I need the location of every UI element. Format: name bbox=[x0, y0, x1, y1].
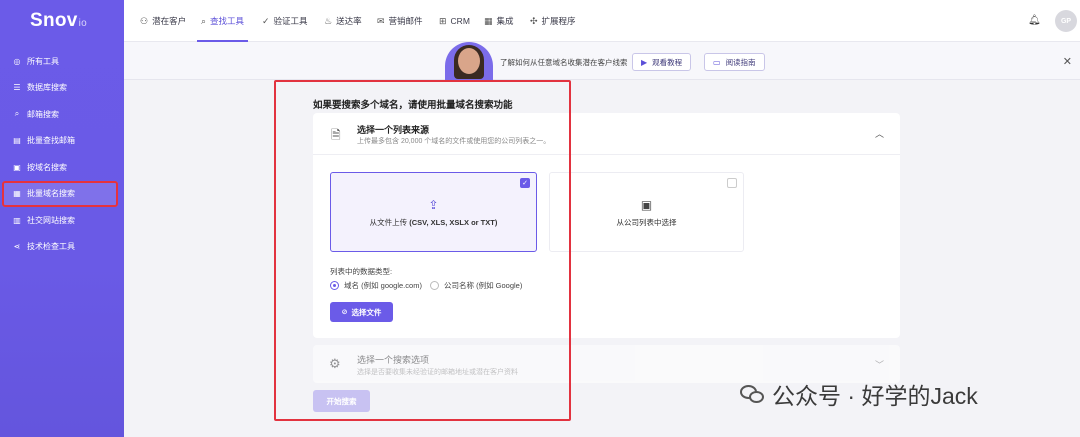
sidebar-item-all-tools[interactable]: ◎ 所有工具 bbox=[0, 48, 124, 75]
sidebar-item-social-search[interactable]: ▥ 社交网站搜索 bbox=[0, 207, 124, 234]
choose-file-button[interactable]: ⊘ 选择文件 bbox=[330, 302, 393, 322]
nav-label: 查找工具 bbox=[210, 16, 245, 26]
presenter-avatar bbox=[445, 42, 493, 80]
search-option-subtitle: 选择是否要收集未经验证的邮箱地址或潜在客户资料 bbox=[357, 369, 518, 376]
check-circle-icon: ✓ bbox=[262, 15, 270, 26]
nav-crm[interactable]: ⊞ CRM bbox=[439, 0, 470, 42]
nav-deliverability[interactable]: ♨ 送达率 bbox=[324, 0, 362, 42]
sidebar-item-label: 按域名搜索 bbox=[27, 162, 67, 172]
puzzle-icon: ✣ bbox=[530, 15, 538, 26]
sidebar: Snovio ◎ 所有工具 ☰ 数据库搜索 ⌕ 邮箱搜索 ▤ 批量查找邮箱 ▣ 按域名搜索… bbox=[0, 0, 124, 437]
watermark: 公众号 · 好学的Jack bbox=[740, 377, 978, 411]
tech-icon: ⋖ bbox=[13, 242, 21, 252]
book-icon: ▭ bbox=[713, 57, 721, 67]
upload-icon: ⇪ bbox=[428, 198, 439, 212]
nav-extensions[interactable]: ✣ 扩展程序 bbox=[530, 0, 576, 42]
chevron-down-icon[interactable]: ﹀ bbox=[875, 358, 884, 371]
banner-text: 了解如何从任意域名收集潜在客户线索 bbox=[500, 58, 628, 67]
sidebar-item-bulk-email[interactable]: ▤ 批量查找邮箱 bbox=[0, 128, 124, 155]
nav-verify-tools[interactable]: ✓ 验证工具 bbox=[262, 0, 308, 42]
social-icon: ▥ bbox=[13, 215, 21, 225]
list-source-panel: 🗎︎ 选择一个列表来源 上传最多包含 20,000 个域名的文件或使用您的公司列… bbox=[313, 113, 900, 338]
nav-label: 验证工具 bbox=[273, 16, 308, 26]
grid-icon: ▦ bbox=[484, 15, 493, 26]
sidebar-item-label: 技术检查工具 bbox=[27, 242, 75, 252]
list-source-subtitle: 上传最多包含 20,000 个域名的文件或使用您的公司列表之一。 bbox=[357, 138, 551, 145]
sidebar-item-bulk-domain-search[interactable]: ▦ 批量域名搜索 bbox=[2, 180, 118, 207]
upload-card-checkbox[interactable]: ✓ bbox=[520, 178, 530, 188]
domain-search-icon: ▣ bbox=[13, 162, 21, 172]
nav-label: 集成 bbox=[496, 16, 514, 26]
nav-prospects[interactable]: ⚇ 潜在客户 bbox=[140, 0, 186, 42]
read-guide-button[interactable]: ▭ 阅读指南 bbox=[704, 53, 765, 71]
sidebar-item-email-search[interactable]: ⌕ 邮箱搜索 bbox=[0, 101, 124, 128]
email-search-icon: ⌕ bbox=[14, 109, 20, 119]
choose-file-label: 选择文件 bbox=[351, 307, 382, 317]
sidebar-item-label: 批量查找邮箱 bbox=[27, 136, 75, 146]
sidebar-item-label: 批量域名搜索 bbox=[27, 189, 75, 199]
company-card-checkbox[interactable] bbox=[727, 178, 737, 188]
sidebar-list: ◎ 所有工具 ☰ 数据库搜索 ⌕ 邮箱搜索 ▤ 批量查找邮箱 ▣ 按域名搜索 ▦ 批量域名搜… bbox=[0, 48, 124, 260]
sidebar-item-tech-checker[interactable]: ⋖ 技术检查工具 bbox=[0, 234, 124, 261]
upload-card-label: 从文件上传 (CSV, XLS, XSLX or TXT) bbox=[369, 218, 498, 227]
document-icon: 🗎︎ bbox=[331, 128, 341, 142]
radio-company-label: 公司名称 (例如 Google) bbox=[444, 281, 523, 290]
brand-logo[interactable]: Snovio bbox=[30, 10, 87, 32]
list-icon: ▣ bbox=[640, 198, 653, 212]
page-title: 如果要搜索多个域名，请使用批量域名搜索功能 bbox=[313, 100, 513, 111]
radio-company-indicator[interactable] bbox=[430, 281, 439, 290]
radio-domain[interactable]: 域名 (例如 google.com) bbox=[330, 280, 422, 291]
nav-label: 送达率 bbox=[336, 16, 362, 26]
tutorial-banner: 了解如何从任意域名收集潜在客户线索 ▶ 观看教程 ▭ 阅读指南 ✕ bbox=[124, 42, 1080, 80]
bell-icon[interactable]: 🔔︎ bbox=[1028, 15, 1041, 26]
mail-icon: ✉ bbox=[377, 15, 385, 26]
sidebar-item-database-search[interactable]: ☰ 数据库搜索 bbox=[0, 75, 124, 102]
sidebar-item-label: 所有工具 bbox=[27, 56, 59, 66]
nav-label: 潜在客户 bbox=[152, 16, 187, 26]
bulk-domain-icon: ▦ bbox=[13, 189, 21, 199]
database-icon: ☰ bbox=[13, 83, 21, 93]
gear-icon: ⚙︎ bbox=[329, 356, 341, 371]
radio-domain-indicator[interactable] bbox=[330, 281, 339, 290]
upload-file-card[interactable]: ✓ ⇪ 从文件上传 (CSV, XLS, XSLX or TXT) bbox=[330, 172, 537, 252]
company-list-card[interactable]: ▣ 从公司列表中选择 bbox=[549, 172, 744, 252]
sidebar-item-label: 社交网站搜索 bbox=[27, 215, 75, 225]
globe-icon: ◎ bbox=[13, 56, 21, 66]
list-source-title: 选择一个列表来源 bbox=[357, 125, 430, 135]
radio-company[interactable]: 公司名称 (例如 Google) bbox=[430, 280, 522, 291]
chevron-up-icon[interactable]: ︿ bbox=[875, 127, 884, 140]
nav-campaigns[interactable]: ✉ 营销邮件 bbox=[377, 0, 423, 42]
nav-label: 扩展程序 bbox=[541, 16, 576, 26]
users-icon: ⚇ bbox=[140, 15, 149, 26]
nav-label: 营销邮件 bbox=[388, 16, 423, 26]
search-icon: ⌕ bbox=[201, 15, 207, 26]
attach-icon: ⊘ bbox=[341, 309, 348, 316]
crm-icon: ⊞ bbox=[439, 15, 447, 26]
sidebar-item-label: 数据库搜索 bbox=[27, 83, 67, 93]
nav-integrations[interactable]: ▦ 集成 bbox=[484, 0, 514, 42]
start-search-button[interactable]: 开始搜索 bbox=[313, 390, 370, 412]
watch-tutorial-label: 观看教程 bbox=[652, 57, 683, 67]
company-list-label: 从公司列表中选择 bbox=[616, 218, 677, 227]
nav-find-tools[interactable]: ⌕ 查找工具 bbox=[196, 0, 249, 42]
sidebar-item-domain-search[interactable]: ▣ 按域名搜索 bbox=[0, 154, 124, 181]
bulk-email-icon: ▤ bbox=[13, 136, 21, 146]
nav-label: CRM bbox=[450, 16, 470, 26]
flame-icon: ♨ bbox=[324, 15, 333, 26]
radio-domain-label: 域名 (例如 google.com) bbox=[344, 281, 422, 290]
read-guide-label: 阅读指南 bbox=[725, 57, 756, 67]
wechat-icon bbox=[740, 383, 766, 405]
watch-tutorial-button[interactable]: ▶ 观看教程 bbox=[632, 53, 692, 71]
close-icon[interactable]: ✕ bbox=[1063, 55, 1072, 68]
top-navigation: ⚇ 潜在客户 ⌕ 查找工具 ✓ 验证工具 ♨ 送达率 ✉ 营销邮件 ⊞ CRM ▦ 集成 ✣ 扩… bbox=[124, 0, 1080, 42]
sidebar-item-label: 邮箱搜索 bbox=[27, 109, 59, 119]
avatar[interactable]: GP bbox=[1055, 10, 1077, 32]
watermark-text: 公众号 · 好学的Jack bbox=[772, 383, 978, 409]
play-icon: ▶ bbox=[641, 57, 648, 67]
data-type-label: 列表中的数据类型: bbox=[330, 267, 393, 276]
search-option-title: 选择一个搜索选项 bbox=[357, 355, 430, 365]
list-source-header[interactable]: 🗎︎ 选择一个列表来源 上传最多包含 20,000 个域名的文件或使用您的公司列… bbox=[313, 113, 900, 155]
